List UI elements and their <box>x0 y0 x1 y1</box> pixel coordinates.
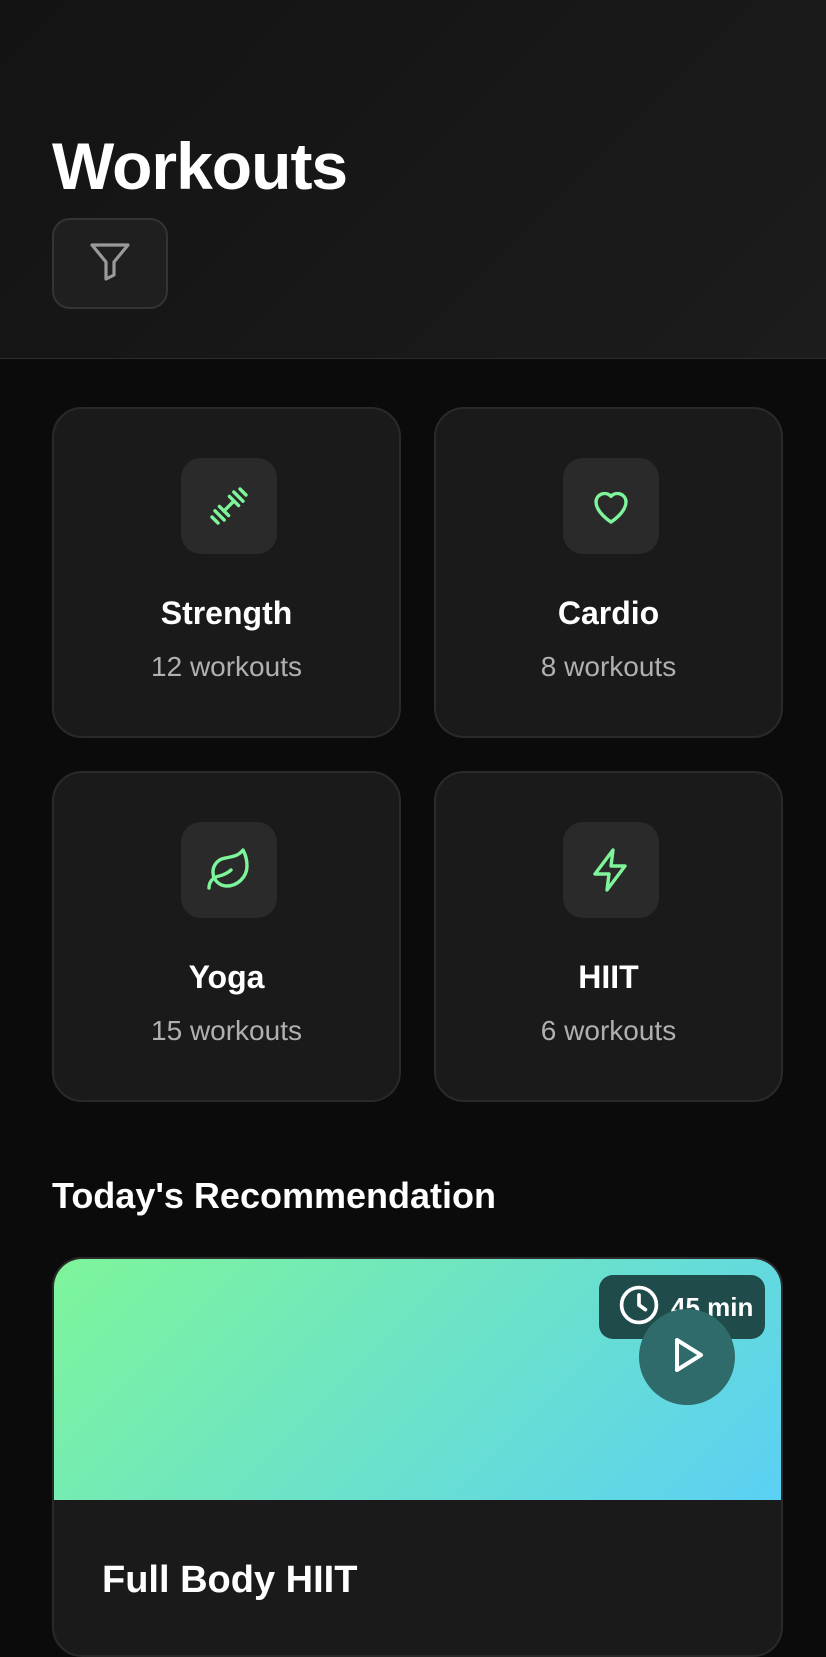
dumbbell-icon <box>181 458 277 554</box>
play-icon <box>663 1331 711 1384</box>
page-title: Workouts <box>52 129 348 203</box>
category-count: 8 workouts <box>540 651 677 682</box>
category-count: 6 workouts <box>540 1015 677 1046</box>
recommendation-title: Full Body HIIT <box>102 1559 358 1601</box>
category-card-cardio[interactable]: Cardio 8 workouts <box>434 407 783 738</box>
lightning-icon <box>563 822 659 918</box>
filter-button[interactable] <box>52 218 168 309</box>
category-count: 15 workouts <box>151 1015 302 1046</box>
category-title: Cardio <box>557 595 660 631</box>
page-header: Workouts <box>0 0 826 359</box>
heart-icon <box>563 458 659 554</box>
category-card-hiit[interactable]: HIIT 6 workouts <box>434 771 783 1102</box>
category-count: 12 workouts <box>151 651 302 682</box>
category-title: Strength <box>160 595 293 631</box>
category-grid: Strength 12 workouts Cardio 8 workouts Y… <box>52 407 783 1102</box>
play-button[interactable] <box>639 1309 735 1405</box>
leaf-icon <box>181 822 277 918</box>
category-title: HIIT <box>578 959 639 995</box>
category-title: Yoga <box>188 959 265 995</box>
recommendation-card[interactable]: 45 min Full Body HIIT <box>52 1257 783 1657</box>
category-card-strength[interactable]: Strength 12 workouts <box>52 407 401 738</box>
category-card-yoga[interactable]: Yoga 15 workouts <box>52 771 401 1102</box>
recommendation-banner: 45 min <box>54 1259 781 1500</box>
section-title: Today's Recommendation <box>52 1175 496 1216</box>
filter-icon <box>86 237 134 290</box>
